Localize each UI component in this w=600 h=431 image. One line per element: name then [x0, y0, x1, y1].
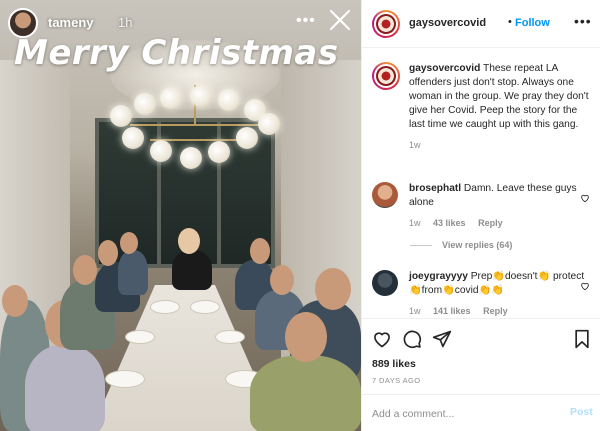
separator-dot: • [508, 16, 512, 28]
caption-age: 1w [409, 140, 421, 150]
story-photo: tameny 1h ••• Merry Christmas [0, 0, 361, 431]
post-author-username[interactable]: gaysovercovid [409, 17, 486, 29]
story-username[interactable]: tameny [48, 15, 94, 30]
more-options-icon[interactable]: ••• [574, 13, 592, 29]
commenter-avatar[interactable] [372, 270, 398, 296]
view-replies-link[interactable]: View replies (64) [410, 240, 512, 250]
comment-like-heart-icon[interactable] [580, 278, 590, 291]
post-comment-button[interactable]: Post [570, 406, 593, 418]
comment-age: 1w [409, 306, 421, 316]
comment-input[interactable] [372, 405, 552, 423]
comment-icon[interactable] [402, 329, 422, 349]
reply-button[interactable]: Reply [478, 218, 503, 228]
story-timestamp: 1h [118, 15, 133, 30]
comments-list: gaysovercovid These repeat LA offenders … [362, 48, 600, 318]
post-date: 7 DAYS AGO [372, 376, 421, 385]
post-actions: 889 likes 7 DAYS AGO [362, 318, 600, 398]
add-comment-bar: Post [362, 394, 600, 431]
comment-age: 1w [409, 218, 421, 228]
comment-likes[interactable]: 43 likes [433, 218, 466, 228]
post-header: gaysovercovid • Follow ••• [362, 0, 600, 48]
heart-icon[interactable] [372, 329, 392, 349]
caption-username[interactable]: gaysovercovid [409, 63, 480, 74]
commenter-avatar[interactable] [372, 182, 398, 208]
likes-count[interactable]: 889 likes [372, 358, 416, 370]
close-icon[interactable] [328, 8, 352, 32]
bookmark-icon[interactable] [572, 329, 592, 349]
post-author-avatar[interactable] [372, 10, 400, 38]
post-sidebar: gaysovercovid • Follow ••• gaysovercovid… [361, 0, 600, 431]
story-more-icon[interactable]: ••• [296, 12, 316, 30]
comment-username[interactable]: brosephatl [409, 183, 461, 194]
reply-button[interactable]: Reply [483, 306, 508, 316]
photo-chandelier [110, 85, 280, 185]
caption-author-avatar[interactable] [372, 62, 400, 90]
story-caption: Merry Christmas [14, 33, 339, 73]
comment-like-heart-icon[interactable] [580, 190, 590, 203]
follow-button[interactable]: Follow [515, 17, 550, 29]
share-icon[interactable] [432, 329, 452, 349]
comment-likes[interactable]: 141 likes [433, 306, 471, 316]
comment-username[interactable]: joeygrayyyy [409, 271, 468, 282]
